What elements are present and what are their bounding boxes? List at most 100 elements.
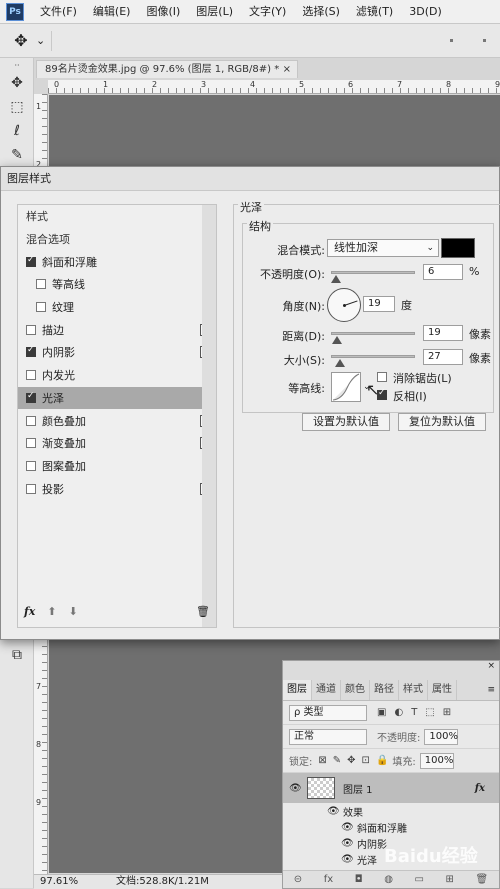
menu-layer[interactable]: 图层(L) — [188, 0, 241, 24]
toolbar-collapse-icon[interactable]: ·· — [3, 60, 31, 70]
tab-properties[interactable]: 属性 — [428, 680, 457, 700]
filter-adjustment-icon[interactable]: ◐ — [394, 707, 403, 718]
angle-dial[interactable] — [327, 288, 361, 322]
marquee-icon[interactable]: ⬚ — [3, 96, 31, 118]
style-list-item[interactable]: 投影+ — [18, 477, 216, 500]
layer-filter-select[interactable]: ρ 类型 — [289, 704, 367, 721]
tool-preset-dropdown-icon[interactable]: ⌄ — [36, 34, 45, 47]
style-checkbox[interactable] — [36, 302, 46, 313]
move-icon[interactable]: ✥ — [3, 72, 31, 94]
ruler-horizontal[interactable]: 0 1 2 3 4 5 6 7 8 9 — [48, 80, 500, 94]
style-checkbox[interactable] — [36, 279, 46, 290]
satin-color-swatch[interactable] — [441, 238, 475, 258]
style-list-item[interactable]: 样式 — [18, 205, 216, 228]
move-up-icon[interactable]: ⬆ — [47, 605, 56, 618]
distance-slider-thumb[interactable] — [332, 336, 343, 344]
style-list-item[interactable]: 混合选项 — [18, 228, 216, 251]
tab-layers[interactable]: 图层 — [283, 680, 312, 700]
delete-layer-icon[interactable]: 🗑 — [476, 874, 489, 885]
effect-item[interactable]: 👁 斜面和浮雕 — [283, 819, 499, 835]
angle-input[interactable]: 19 — [363, 296, 395, 312]
link-layers-icon[interactable]: ⊝ — [294, 874, 302, 885]
style-checkbox[interactable] — [26, 345, 36, 358]
lasso-icon[interactable]: ℓ — [3, 120, 31, 142]
zoom-level[interactable]: 97.61% — [40, 875, 90, 889]
style-list-item[interactable]: 颜色叠加+ — [18, 409, 216, 432]
panel-menu-icon[interactable]: ≡ — [487, 685, 495, 695]
style-checkbox[interactable] — [26, 255, 36, 267]
screen-mode-icon[interactable]: ⧉ — [3, 644, 31, 666]
layer-name[interactable]: 图层 1 — [343, 781, 373, 796]
layer-row[interactable]: 👁 图层 1 fx — [283, 773, 499, 803]
style-checkbox[interactable] — [26, 438, 36, 449]
new-group-icon[interactable]: ▭ — [415, 874, 424, 885]
distance-slider-track[interactable] — [331, 332, 415, 335]
add-style-icon[interactable]: fx — [324, 874, 333, 885]
menu-select[interactable]: 选择(S) — [294, 0, 348, 24]
style-list-item[interactable]: 纹理 — [18, 296, 216, 319]
opacity-slider-track[interactable] — [331, 271, 415, 274]
delete-effect-icon[interactable]: 🗑 — [196, 605, 210, 618]
filter-shape-icon[interactable]: ⬚ — [425, 707, 434, 718]
filter-type-icon[interactable]: T — [411, 707, 417, 718]
opacity-input[interactable]: 6 — [423, 264, 463, 280]
menu-file[interactable]: 文件(F) — [32, 0, 85, 24]
layer-opacity-input[interactable]: 100% — [424, 728, 459, 745]
layer-fx-icon[interactable]: fx — [475, 783, 485, 794]
add-effect-icon[interactable]: fx — [24, 605, 35, 618]
menu-filter[interactable]: 滤镜(T) — [348, 0, 401, 24]
make-default-button[interactable]: 设置为默认值 — [302, 413, 390, 431]
size-slider-thumb[interactable] — [335, 359, 346, 367]
eye-icon[interactable]: 👁 — [341, 822, 357, 833]
reset-default-button[interactable]: 复位为默认值 — [398, 413, 486, 431]
eye-icon[interactable]: 👁 — [289, 783, 305, 794]
style-list-item[interactable]: 光泽 — [18, 386, 216, 410]
opacity-slider-thumb[interactable] — [331, 275, 342, 283]
blend-mode-select[interactable]: 线性加深 ⌄ — [327, 239, 439, 257]
fill-input[interactable]: 100% — [419, 752, 454, 769]
tab-paths[interactable]: 路径 — [370, 680, 399, 700]
move-tool-icon[interactable]: ✥ — [6, 30, 36, 52]
close-document-icon[interactable]: × — [283, 61, 291, 79]
adjustment-layer-icon[interactable]: ◍ — [384, 874, 393, 885]
lock-position-icon[interactable]: ✥ — [347, 755, 355, 766]
tab-styles[interactable]: 样式 — [399, 680, 428, 700]
style-checkbox[interactable] — [26, 391, 36, 403]
menu-edit[interactable]: 编辑(E) — [85, 0, 139, 24]
document-tab[interactable]: 89名片烫金效果.jpg @ 97.6% (图层 1, RGB/8#) * × — [36, 60, 298, 78]
add-mask-icon[interactable]: ◘ — [355, 874, 363, 885]
size-input[interactable]: 27 — [423, 349, 463, 365]
style-list-item[interactable]: 图案叠加 — [18, 455, 216, 478]
size-slider-track[interactable] — [331, 355, 415, 358]
eye-icon[interactable]: 👁 — [327, 806, 343, 817]
tab-channels[interactable]: 通道 — [312, 680, 341, 700]
style-checkbox[interactable] — [26, 370, 36, 381]
filter-pixel-icon[interactable]: ▣ — [377, 707, 386, 718]
lock-transparent-icon[interactable]: ⊠ — [318, 755, 326, 766]
menu-image[interactable]: 图像(I) — [138, 0, 188, 24]
tab-color[interactable]: 颜色 — [341, 680, 370, 700]
style-list-item[interactable]: 内阴影+ — [18, 341, 216, 364]
lock-artboard-icon[interactable]: ⊡ — [362, 755, 370, 766]
new-layer-icon[interactable]: ⊞ — [446, 874, 454, 885]
style-list-scrollbar[interactable] — [202, 205, 216, 627]
style-list-item[interactable]: 内发光 — [18, 364, 216, 387]
contour-preview[interactable] — [331, 372, 361, 402]
style-checkbox[interactable] — [26, 460, 36, 471]
style-list-item[interactable]: 斜面和浮雕 — [18, 250, 216, 273]
filter-smart-object-icon[interactable]: ⊞ — [443, 707, 451, 718]
style-checkbox[interactable] — [26, 483, 36, 494]
layer-blend-select[interactable]: 正常 — [289, 728, 367, 745]
effects-row[interactable]: 👁 效果 — [283, 803, 499, 819]
lock-image-icon[interactable]: ✎ — [333, 755, 341, 766]
brush-icon[interactable]: ✎ — [3, 144, 31, 166]
lock-all-icon[interactable]: 🔒 — [376, 755, 388, 766]
move-down-icon[interactable]: ⬇ — [69, 605, 78, 618]
menu-type[interactable]: 文字(Y) — [241, 0, 294, 24]
eye-icon[interactable]: 👁 — [341, 854, 357, 865]
style-list-item[interactable]: 描边+ — [18, 318, 216, 341]
style-list-item[interactable]: 等高线 — [18, 273, 216, 296]
style-checkbox[interactable] — [26, 415, 36, 426]
close-panel-icon[interactable]: × — [487, 661, 495, 671]
style-checkbox[interactable] — [26, 324, 36, 335]
